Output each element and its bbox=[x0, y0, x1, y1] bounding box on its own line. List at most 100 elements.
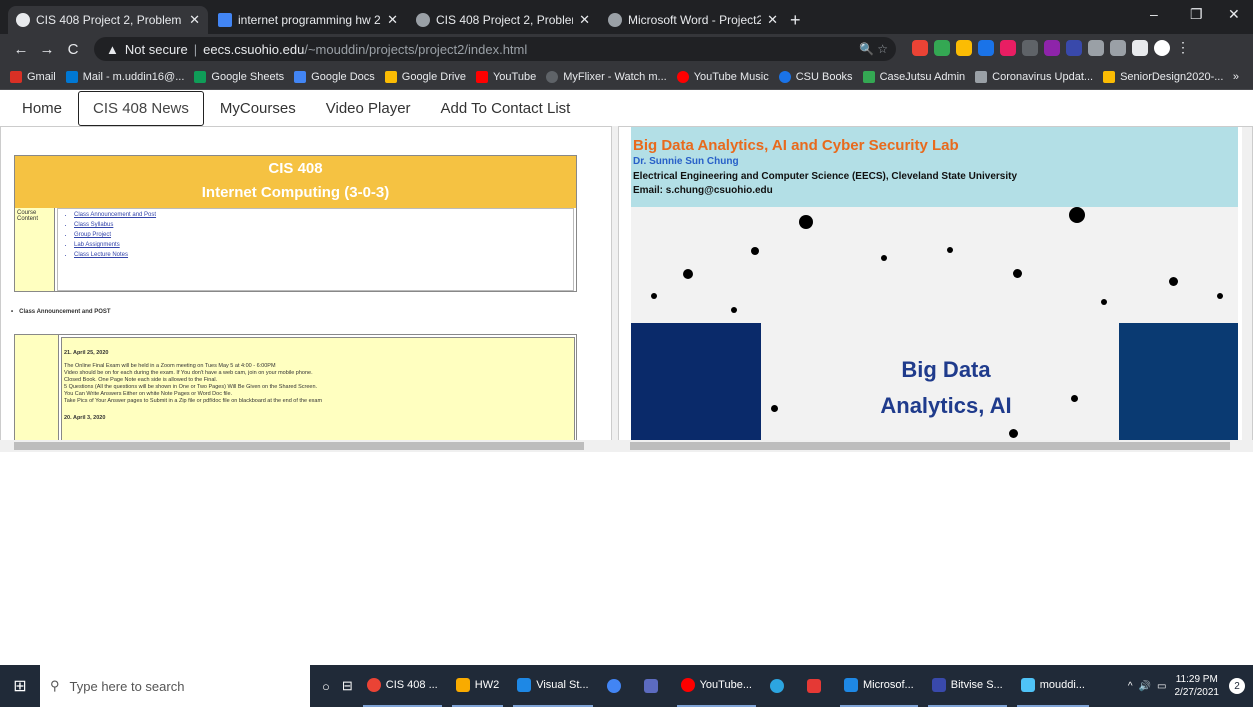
extension-icon[interactable] bbox=[1022, 39, 1038, 56]
bookmark-csubooks[interactable]: CSU Books bbox=[778, 70, 853, 83]
bookmark-drive[interactable]: Google Drive bbox=[384, 70, 466, 83]
bookmark-mail[interactable]: Mail - m.uddin16@... bbox=[65, 70, 184, 83]
reload-button[interactable]: C bbox=[60, 41, 86, 58]
bookmark-label: CaseJutsu Admin bbox=[879, 70, 966, 83]
app-icon bbox=[643, 679, 658, 693]
dot bbox=[1069, 207, 1085, 223]
left-iframe[interactable]: CIS 408 Internet Computing (3-0-3) Cours… bbox=[0, 126, 612, 452]
volume-icon[interactable]: 🔊 bbox=[1139, 681, 1151, 692]
windows-start-icon[interactable]: ⊞ bbox=[0, 676, 40, 696]
clock[interactable]: 11:29 PM 2/27/2021 bbox=[1175, 673, 1220, 699]
network-icon[interactable]: ▭ bbox=[1157, 681, 1166, 692]
link-group-project[interactable]: Group Project bbox=[74, 232, 567, 238]
tab-cis408[interactable]: CIS 408 Project 2, Problem 1 ✕ bbox=[408, 6, 598, 34]
cortana-icon[interactable]: ○ bbox=[322, 679, 330, 694]
bookmark-coronavirus[interactable]: Coronavirus Updat... bbox=[975, 70, 1093, 83]
tab-word[interactable]: Microsoft Word - Project2_CIS40 ✕ bbox=[600, 6, 786, 34]
new-tab-button[interactable]: + bbox=[790, 10, 801, 31]
tab-active[interactable]: CIS 408 Project 2, Problem 1 ✕ bbox=[8, 6, 208, 34]
right-iframe[interactable]: Big Data Analytics, AI and Cyber Securit… bbox=[618, 126, 1253, 452]
extension-icon[interactable] bbox=[1066, 39, 1082, 56]
globe-icon bbox=[16, 13, 30, 27]
extension-icon[interactable] bbox=[978, 39, 994, 56]
nav-video-player[interactable]: Video Player bbox=[312, 92, 425, 125]
bookmark-youtube[interactable]: YouTube bbox=[475, 70, 536, 83]
telegram-icon bbox=[770, 679, 784, 693]
bookmark-docs[interactable]: Google Docs bbox=[294, 70, 375, 83]
link-lab-assignments[interactable]: Lab Assignments bbox=[74, 242, 567, 248]
extension-icon[interactable] bbox=[956, 39, 972, 56]
link-syllabus[interactable]: Class Syllabus bbox=[74, 222, 567, 228]
extension-icon[interactable] bbox=[912, 39, 928, 56]
taskbar-app-hw2[interactable]: HW2 bbox=[451, 665, 504, 707]
nav-home[interactable]: Home bbox=[8, 92, 76, 125]
bookmarks-overflow[interactable]: » bbox=[1233, 71, 1239, 83]
extension-icon[interactable] bbox=[1044, 39, 1060, 56]
bookmark-gmail[interactable]: Gmail bbox=[10, 70, 56, 83]
back-button[interactable]: ← bbox=[8, 41, 34, 58]
bookmark-seniordesign[interactable]: SeniorDesign2020-... bbox=[1103, 70, 1223, 83]
address-bar[interactable]: ▲ Not secure | eecs.csuohio.edu /~mouddi… bbox=[94, 37, 896, 61]
close-tab-icon[interactable]: ✕ bbox=[767, 12, 778, 28]
right-vertical-scrollbar[interactable] bbox=[1242, 127, 1252, 451]
taskbar-app-youtube[interactable]: YouTube... bbox=[676, 665, 756, 707]
profile-avatar[interactable] bbox=[1154, 39, 1170, 56]
taskbar-app-bitvise[interactable]: Bitvise S... bbox=[927, 665, 1007, 707]
close-tab-icon[interactable]: ✕ bbox=[189, 12, 200, 28]
announcement-line: The Online Final Exam will be held in a … bbox=[64, 363, 276, 369]
tab-docs[interactable]: internet programming hw 2 - Go ✕ bbox=[210, 6, 406, 34]
extension-icon[interactable] bbox=[934, 39, 950, 56]
dot bbox=[881, 255, 887, 261]
task-view-icon[interactable]: ⊟ bbox=[342, 678, 353, 694]
bitvise-icon bbox=[931, 678, 946, 692]
tab-title: internet programming hw 2 - Go bbox=[238, 13, 381, 27]
nav-add-contact[interactable]: Add To Contact List bbox=[427, 92, 585, 125]
right-horizontal-scrollbar[interactable] bbox=[618, 440, 1253, 452]
taskbar-app-mouddin[interactable]: mouddi... bbox=[1016, 665, 1089, 707]
scroll-thumb[interactable] bbox=[14, 442, 584, 450]
puzzle-icon[interactable] bbox=[1132, 39, 1148, 56]
bookmark-casejutsu[interactable]: CaseJutsu Admin bbox=[862, 70, 966, 83]
minimize-button[interactable]: – bbox=[1150, 6, 1158, 22]
nav-mycourses[interactable]: MyCourses bbox=[206, 92, 310, 125]
notification-badge[interactable]: 2 bbox=[1229, 678, 1245, 694]
left-horizontal-scrollbar[interactable] bbox=[0, 440, 612, 452]
course-body: Course Content Class Announcement and Po… bbox=[15, 208, 576, 291]
taskbar-app-microsoft[interactable]: Microsof... bbox=[840, 665, 918, 707]
mail-icon[interactable] bbox=[1110, 39, 1126, 56]
taskbar-app-vscode[interactable]: Visual St... bbox=[513, 665, 593, 707]
taskbar-app-generic[interactable] bbox=[640, 665, 667, 707]
extension-icon[interactable] bbox=[1000, 39, 1016, 56]
link-announcement[interactable]: Class Announcement and Post bbox=[74, 212, 567, 218]
bookmark-sheets[interactable]: Google Sheets bbox=[194, 70, 284, 83]
taskbar-app-flash[interactable] bbox=[803, 665, 830, 707]
bookmark-label: CSU Books bbox=[795, 70, 853, 83]
taskbar-app-telegram[interactable] bbox=[766, 665, 793, 707]
dot bbox=[751, 247, 759, 255]
close-window-button[interactable]: ✕ bbox=[1228, 6, 1240, 23]
course-header: CIS 408 Internet Computing (3-0-3) bbox=[15, 156, 576, 208]
dot bbox=[731, 307, 737, 313]
bookmark-label: Gmail bbox=[27, 70, 56, 83]
forward-button[interactable]: → bbox=[34, 41, 60, 58]
bookmark-myflixer[interactable]: MyFlixer - Watch m... bbox=[546, 70, 667, 83]
bookmark-ytmusic[interactable]: YouTube Music bbox=[676, 70, 769, 83]
taskbar-app-edge[interactable] bbox=[603, 665, 630, 707]
close-tab-icon[interactable]: ✕ bbox=[579, 12, 590, 28]
url-path: /~mouddin/projects/project2/index.html bbox=[304, 41, 528, 57]
tab-title: CIS 408 Project 2, Problem 1 bbox=[436, 13, 573, 27]
taskbar-app-chrome[interactable]: CIS 408 ... bbox=[362, 665, 442, 707]
extension-icon[interactable] bbox=[1088, 39, 1104, 56]
maximize-button[interactable]: ❐ bbox=[1190, 6, 1203, 23]
link-lecture-notes[interactable]: Class Lecture Notes bbox=[74, 252, 567, 258]
scroll-thumb[interactable] bbox=[630, 442, 1230, 450]
checkmark-icon bbox=[844, 678, 858, 692]
zoom-star-icons[interactable]: 🔍 ☆ bbox=[859, 42, 888, 56]
close-tab-icon[interactable]: ✕ bbox=[387, 12, 398, 28]
menu-icon[interactable]: ⋮ bbox=[1176, 39, 1190, 56]
security-label: Not secure bbox=[124, 41, 188, 57]
nav-cis408-news[interactable]: CIS 408 News bbox=[78, 90, 204, 126]
tray-chevron-icon[interactable]: ^ bbox=[1128, 681, 1133, 692]
taskbar-search[interactable]: ⚲ Type here to search bbox=[40, 665, 310, 707]
app-label: YouTube... bbox=[699, 679, 752, 691]
